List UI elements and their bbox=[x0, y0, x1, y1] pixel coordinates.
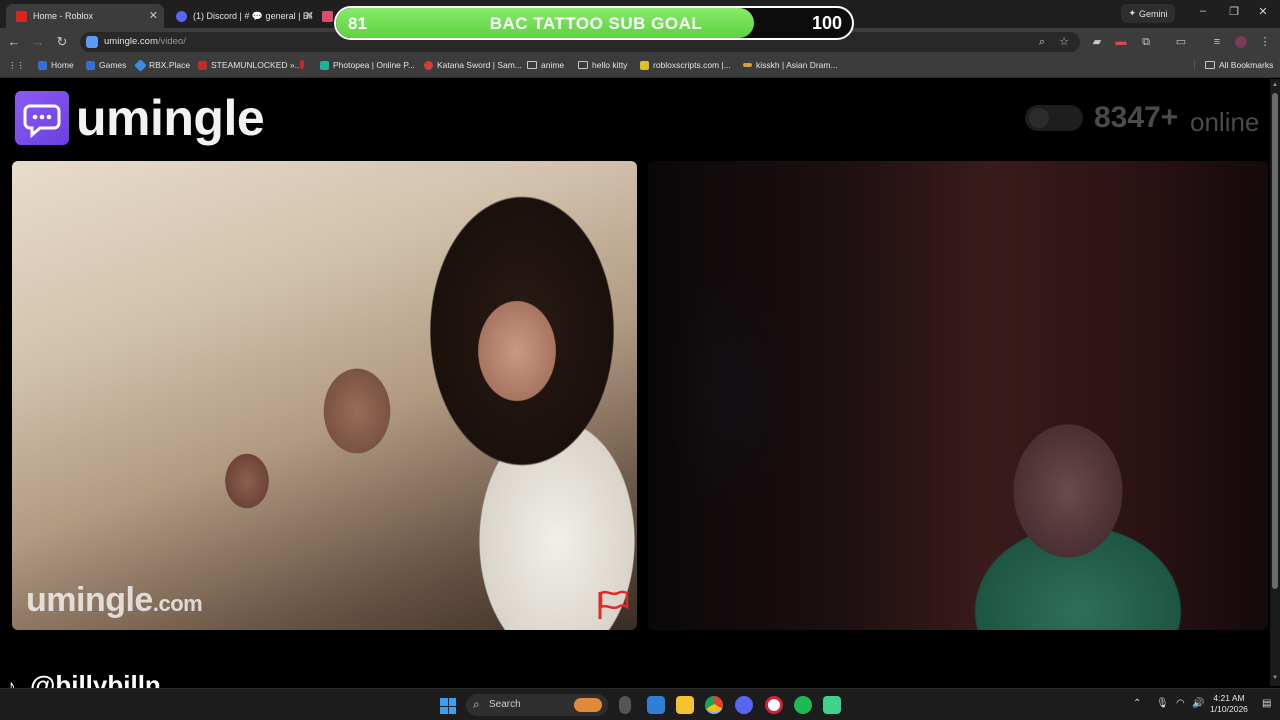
roblox-icon bbox=[16, 10, 27, 22]
minimize-icon[interactable]: – bbox=[1193, 5, 1213, 17]
tab-roblox[interactable]: Home - Roblox ✕ bbox=[6, 4, 164, 28]
gemini-label: Gemini bbox=[1139, 8, 1168, 19]
mouse-app-icon[interactable] bbox=[619, 696, 631, 714]
bookmark-star-icon[interactable]: ☆ bbox=[1058, 36, 1070, 48]
page-scrollbar[interactable]: ▲ ▼ bbox=[1270, 79, 1280, 686]
folder-icon bbox=[1205, 61, 1215, 69]
back-icon[interactable]: ← bbox=[6, 34, 22, 50]
self-video bbox=[648, 161, 1268, 630]
umingle-page: umingle 8347+ online umingle.com bbox=[0, 79, 1270, 686]
app-icon[interactable] bbox=[823, 696, 841, 714]
taskbar-search[interactable]: ⌕ Search bbox=[466, 694, 608, 716]
taskbar: ⌕ Search ⌃ 🎙 ◠ 🔊 4:21 AM 1/10/2026 ▤ bbox=[0, 688, 1280, 720]
bookmark-robloxscripts[interactable]: robloxscripts.com |... bbox=[640, 60, 731, 70]
bookmark-photopea[interactable]: Photopea | Online P... bbox=[320, 60, 415, 70]
clock-time: 4:21 AM bbox=[1213, 693, 1245, 703]
sub-goal-bar: 81 BAC TATTOO SUB GOAL 100 bbox=[334, 6, 854, 40]
extension-icon[interactable]: ▰ bbox=[1091, 36, 1103, 48]
notifications-icon[interactable]: ▤ bbox=[1262, 698, 1271, 709]
kisskh-icon bbox=[743, 63, 752, 67]
volume-icon[interactable]: 🔊 bbox=[1192, 698, 1204, 709]
bookmark-folder-hello-kitty[interactable]: hello kitty bbox=[578, 60, 627, 70]
zoom-icon[interactable]: ⌕ bbox=[1036, 36, 1048, 48]
folder-icon bbox=[578, 61, 588, 69]
chat-bubble-logo-icon[interactable] bbox=[15, 91, 69, 145]
chevron-up-icon[interactable]: ⌃ bbox=[1133, 698, 1141, 709]
close-window-icon[interactable]: ✕ bbox=[1253, 5, 1273, 18]
sparkle-icon: ✦ bbox=[1128, 8, 1137, 18]
bookmark-folder-anime[interactable]: anime bbox=[527, 60, 564, 70]
store-app-icon[interactable] bbox=[647, 696, 665, 714]
restore-icon[interactable]: ❐ bbox=[1224, 5, 1244, 18]
stranger-video: umingle.com bbox=[12, 161, 637, 630]
site-logo[interactable]: umingle bbox=[76, 89, 265, 147]
sub-goal-title: BAC TATTOO SUB GOAL bbox=[489, 14, 703, 33]
apps-icon[interactable]: ⋮⋮ bbox=[8, 60, 25, 71]
tab-discord[interactable]: (1) Discord | # 💬 general | Bill A ✕ bbox=[166, 4, 320, 28]
close-icon[interactable]: ✕ bbox=[305, 9, 314, 22]
tab-title: (1) Discord | # 💬 general | Bill A bbox=[193, 10, 312, 21]
chrome-icon[interactable] bbox=[705, 696, 723, 714]
file-explorer-icon[interactable] bbox=[676, 696, 694, 714]
forward-icon[interactable]: → bbox=[30, 34, 46, 50]
bookmark-kisskh[interactable]: kisskh | Asian Dram... bbox=[743, 60, 838, 70]
url-text[interactable]: umingle.com/video/ bbox=[104, 36, 186, 47]
tab-partial[interactable] bbox=[322, 4, 334, 28]
media-controls-icon[interactable]: ≡ bbox=[1211, 36, 1223, 48]
clock-date: 1/10/2026 bbox=[1210, 704, 1248, 714]
folder-icon bbox=[527, 61, 537, 69]
katana-icon bbox=[424, 60, 433, 70]
side-panel-icon[interactable]: ▭ bbox=[1175, 36, 1187, 48]
bookmark-steamunlocked[interactable]: STEAMUNLOCKED »... bbox=[198, 60, 302, 70]
scroll-up-icon[interactable]: ▲ bbox=[1272, 82, 1278, 88]
online-count: 8347+ bbox=[1094, 101, 1179, 134]
report-flag-icon[interactable] bbox=[596, 589, 630, 621]
close-icon[interactable]: ✕ bbox=[149, 9, 158, 22]
scroll-thumb[interactable] bbox=[1272, 93, 1278, 589]
roblox-icon bbox=[86, 60, 95, 70]
windows-start-icon[interactable] bbox=[440, 698, 456, 714]
bookmarks-bar: ⋮⋮ Home Games RBX.Place STEAMUNLOCKED ».… bbox=[0, 56, 1280, 78]
robloxscripts-icon bbox=[640, 60, 649, 70]
roblox-icon bbox=[38, 60, 47, 70]
toggle-knob bbox=[1029, 108, 1049, 128]
sub-goal-target: 100 bbox=[811, 13, 842, 33]
rbx-place-icon bbox=[134, 58, 147, 72]
bookmark-rbx-place[interactable]: RBX.Place bbox=[134, 58, 190, 72]
taskbar-clock[interactable]: 4:21 AM 1/10/2026 bbox=[1206, 693, 1252, 715]
menu-icon[interactable]: ⋮ bbox=[1259, 36, 1271, 48]
opera-icon[interactable] bbox=[765, 696, 783, 714]
photopea-icon bbox=[320, 60, 329, 70]
search-icon: ⌕ bbox=[473, 697, 480, 711]
online-label: online bbox=[1190, 107, 1260, 137]
search-label: Search bbox=[489, 699, 521, 710]
bookmark-katana[interactable]: Katana Sword | Sam... bbox=[424, 60, 522, 70]
extensions-puzzle-icon[interactable]: ⧉ bbox=[1140, 36, 1152, 48]
site-info-icon[interactable] bbox=[86, 36, 98, 48]
bookmark-extra[interactable] bbox=[300, 60, 304, 69]
umingle-watermark: umingle.com bbox=[26, 581, 203, 619]
microphone-icon[interactable]: 🎙 bbox=[1156, 698, 1169, 709]
bookmark-icon bbox=[300, 60, 304, 69]
discord-icon bbox=[176, 10, 187, 22]
wifi-icon[interactable]: ◠ bbox=[1176, 698, 1185, 709]
extension-icon[interactable]: ▬ bbox=[1115, 36, 1127, 48]
spotify-icon[interactable] bbox=[794, 696, 812, 714]
all-bookmarks[interactable]: All Bookmarks bbox=[1194, 60, 1273, 70]
tab-title: Home - Roblox bbox=[33, 11, 94, 21]
bookmark-home[interactable]: Home bbox=[38, 60, 74, 70]
online-toggle[interactable] bbox=[1025, 105, 1083, 131]
gemini-button[interactable]: ✦ Gemini bbox=[1121, 4, 1175, 23]
search-highlight-icon bbox=[574, 698, 602, 712]
steamunlocked-icon bbox=[198, 60, 207, 70]
profile-avatar[interactable] bbox=[1235, 36, 1247, 48]
discord-icon[interactable] bbox=[735, 696, 753, 714]
reload-icon[interactable]: ↻ bbox=[54, 34, 70, 50]
tab-favicon-icon bbox=[322, 10, 333, 22]
bookmark-games[interactable]: Games bbox=[86, 60, 126, 70]
scroll-down-icon[interactable]: ▼ bbox=[1272, 675, 1278, 681]
